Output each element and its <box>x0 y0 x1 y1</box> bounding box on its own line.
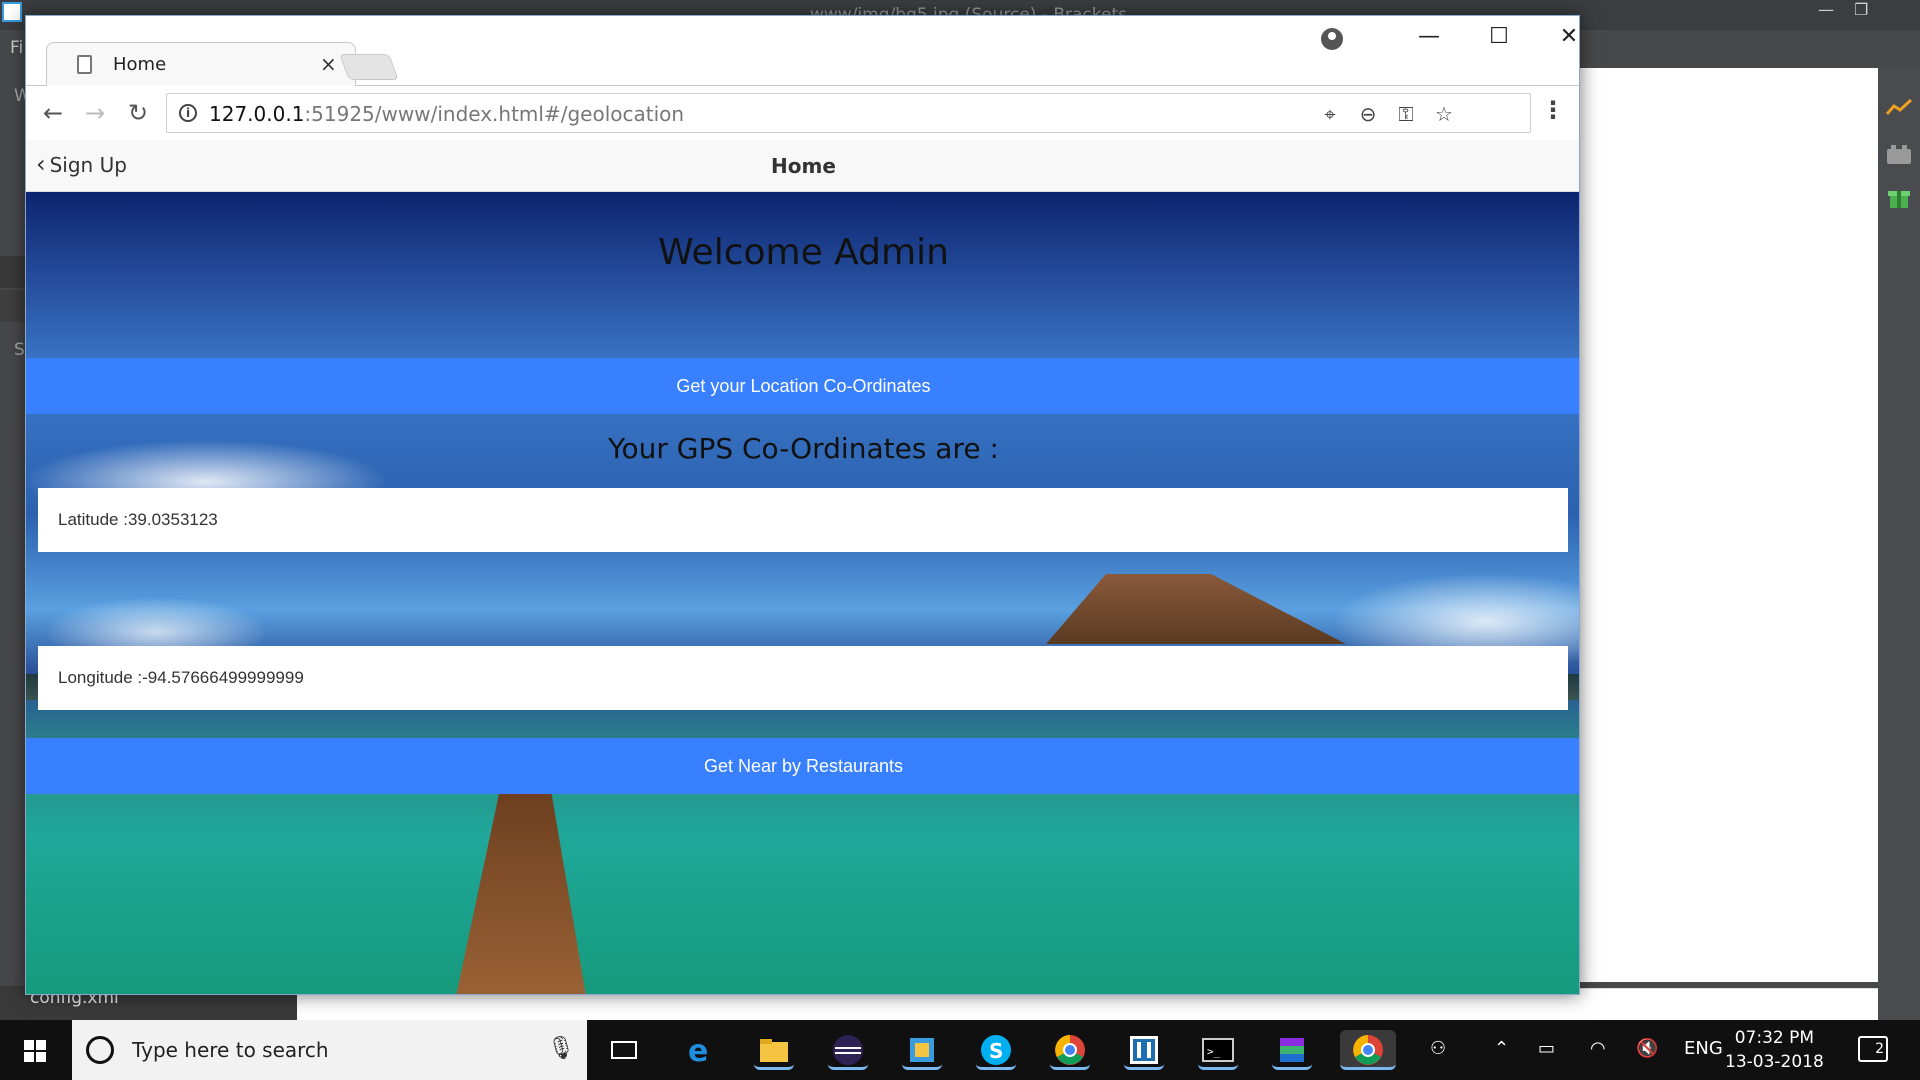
skype-icon[interactable]: S <box>976 1030 1016 1070</box>
wifi-icon[interactable]: ◠ <box>1590 1038 1606 1059</box>
terminal-icon[interactable]: >_ <box>1198 1030 1238 1070</box>
file-explorer-icon[interactable] <box>754 1030 794 1070</box>
forward-arrow-icon[interactable]: → <box>78 96 112 130</box>
chrome-maximize-button[interactable]: ☐ <box>1479 24 1519 54</box>
chrome-taskbar-icon[interactable] <box>1050 1030 1090 1070</box>
location-target-icon[interactable]: ⌖ <box>1317 102 1343 126</box>
page-title: Home <box>771 154 836 178</box>
extension-manager-icon[interactable] <box>1886 142 1912 166</box>
edge-icon[interactable]: e <box>680 1030 720 1070</box>
volume-muted-icon[interactable]: 🔇 <box>1636 1038 1658 1059</box>
chrome-close-button[interactable]: ✕ <box>1549 24 1579 54</box>
svg-text:>_: >_ <box>1207 1045 1221 1058</box>
eclipse-icon[interactable] <box>828 1030 868 1070</box>
bookmark-star-icon[interactable]: ☆ <box>1431 102 1457 126</box>
url-text[interactable]: 127.0.0.1:51925/www/index.html#/geolocat… <box>209 102 684 126</box>
brackets-sidebar-label-s: S <box>14 340 25 360</box>
brackets-taskbar-icon[interactable] <box>1124 1030 1164 1070</box>
tab-title: Home <box>113 54 167 75</box>
browser-tab-home[interactable]: Home × <box>46 42 356 86</box>
taskbar-search[interactable]: Type here to search 🎙 <box>72 1020 587 1080</box>
zoom-out-icon[interactable]: ⊖ <box>1355 102 1381 126</box>
chrome-window: Home × — ☐ ✕ ← → ↻ i 127.0.0.1:51925/www… <box>25 15 1580 995</box>
brackets-sidebar-row[interactable] <box>0 256 28 288</box>
chevron-up-icon[interactable]: ⌃ <box>1494 1038 1509 1059</box>
language-indicator[interactable]: ENG <box>1684 1038 1723 1059</box>
brackets-sidebar-row[interactable] <box>0 290 28 322</box>
address-bar[interactable]: i 127.0.0.1:51925/www/index.html#/geoloc… <box>166 93 1531 133</box>
web-page: ‹ Sign Up Home Welcome Admin Get your Loc… <box>26 140 1579 994</box>
battery-icon[interactable]: ▭ <box>1538 1038 1555 1059</box>
site-info-icon[interactable]: i <box>179 104 197 122</box>
clock[interactable]: 07:32 PM 13-03-2018 <box>1725 1026 1824 1074</box>
brackets-menu-file[interactable]: Fi <box>10 38 23 58</box>
back-arrow-icon[interactable]: ← <box>36 96 70 130</box>
microphone-icon[interactable]: 🎙 <box>547 1036 575 1061</box>
brackets-right-toolbar <box>1878 68 1920 1020</box>
chrome-minimize-button[interactable]: — <box>1409 24 1449 54</box>
tab-close-icon[interactable]: × <box>320 52 337 76</box>
latitude-field: Latitude :39.0353123 <box>38 488 1568 552</box>
svg-text:S: S <box>989 1039 1003 1063</box>
brackets-app-icon <box>2 2 22 22</box>
brackets-minimize-icon[interactable]: — <box>1818 0 1834 19</box>
chrome-toolbar: ← → ↻ i 127.0.0.1:51925/www/index.html#/… <box>26 86 1579 140</box>
nearby-restaurants-button[interactable]: Get Near by Restaurants <box>26 738 1579 794</box>
reload-icon[interactable]: ↻ <box>121 96 155 130</box>
brackets-editor-pane[interactable] <box>1580 68 1878 982</box>
water-villa-roof <box>1046 574 1346 644</box>
longitude-field: Longitude :-94.57666499999999 <box>38 646 1568 710</box>
background-image <box>26 192 1579 994</box>
task-view-icon[interactable] <box>604 1030 644 1070</box>
chrome-menu-icon[interactable]: ⋮ <box>1541 96 1565 124</box>
action-center-icon[interactable]: 2 <box>1858 1036 1888 1062</box>
new-tab-button[interactable] <box>339 54 399 80</box>
search-placeholder: Type here to search <box>132 1038 329 1062</box>
gps-heading: Your GPS Co-Ordinates are : <box>608 432 999 465</box>
profile-icon[interactable] <box>1321 28 1343 50</box>
gift-icon[interactable] <box>1886 186 1912 210</box>
wooden-pier <box>456 782 586 994</box>
svg-text:e: e <box>688 1034 708 1069</box>
chrome-active-taskbar-icon[interactable] <box>1340 1030 1396 1070</box>
people-icon[interactable]: ⚇ <box>1430 1038 1446 1059</box>
app-header: ‹ Sign Up Home <box>26 140 1579 192</box>
store-app-icon[interactable] <box>902 1030 942 1070</box>
windows-logo-icon <box>24 1040 46 1062</box>
start-button[interactable] <box>0 1020 72 1080</box>
key-icon[interactable]: ⚿ <box>1393 102 1419 126</box>
taskbar: Type here to search 🎙 e S >_ ⚇ ⌃ ▭ ◠ 🔇 E… <box>0 1020 1920 1080</box>
winrar-icon[interactable] <box>1272 1030 1312 1070</box>
brackets-restore-icon[interactable]: ❐ <box>1854 0 1868 19</box>
clock-date: 13-03-2018 <box>1725 1052 1824 1072</box>
get-coordinates-button[interactable]: Get your Location Co-Ordinates <box>26 358 1579 414</box>
welcome-heading: Welcome Admin <box>658 232 949 273</box>
cortana-icon <box>86 1036 114 1064</box>
page-icon <box>77 55 92 74</box>
chrome-tabstrip: Home × — ☐ ✕ <box>26 16 1579 86</box>
clock-time: 07:32 PM <box>1734 1028 1815 1048</box>
live-preview-icon[interactable] <box>1886 96 1912 120</box>
